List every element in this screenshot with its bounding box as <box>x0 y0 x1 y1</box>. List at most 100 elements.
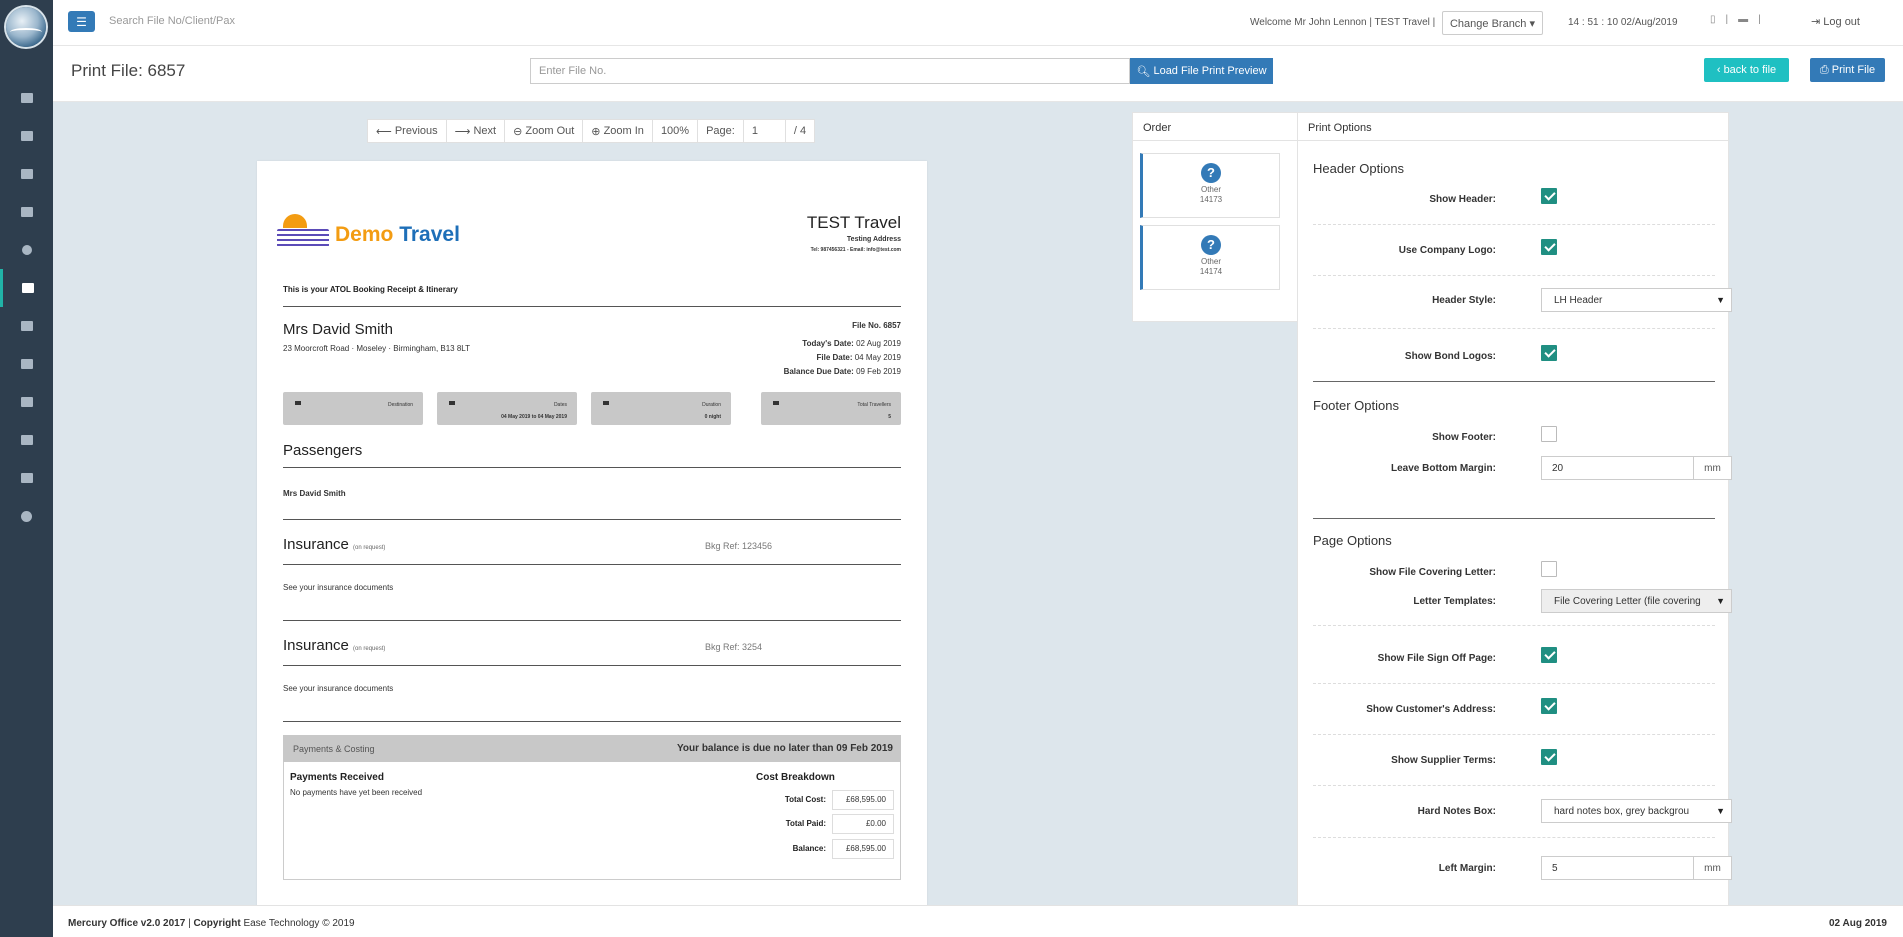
show-sign-off-checkbox[interactable] <box>1541 647 1557 663</box>
company-name: TEST Travel <box>806 213 901 232</box>
sidebar-item-help[interactable] <box>0 231 53 269</box>
load-print-preview-button[interactable]: 🔍︎ Load File Print Preview <box>1130 58 1273 84</box>
zoom-in-icon: ⊕ <box>591 125 601 138</box>
todays-date-label: Today's Date: <box>802 339 854 348</box>
separator: | <box>1725 14 1729 25</box>
insurance-heading-2: Insurance (on request) <box>283 637 385 654</box>
clock: 14 : 51 : 10 02/Aug/2019 <box>1568 17 1678 28</box>
sidebar-item-users[interactable] <box>0 193 53 231</box>
header-style-select[interactable]: LH Header ▼ <box>1541 288 1732 312</box>
booking-ref-1: Bkg Ref: 123456 <box>705 541 773 551</box>
summary-box-destination: Destination <box>283 392 423 425</box>
show-covering-letter-checkbox[interactable] <box>1541 561 1557 577</box>
divider <box>1313 518 1715 519</box>
show-bond-logos-label: Show Bond Logos: <box>1404 351 1496 362</box>
zoom-in-button[interactable]: ⊕ Zoom In <box>583 120 653 142</box>
show-covering-letter-label: Show File Covering Letter: <box>1369 567 1496 578</box>
show-customer-address-checkbox[interactable] <box>1541 698 1557 714</box>
pdf-toolbar: ⟵ Previous ⟶ Next ⊖ Zoom Out ⊕ Zoom In 1… <box>367 119 816 143</box>
page-footer: Mercury Office v2.0 2017 | Copyright Eas… <box>53 905 1903 937</box>
question-icon: ? <box>1201 235 1221 255</box>
top-icons: ▯ | ▬ | <box>1710 14 1761 25</box>
zoom-out-icon: ⊖ <box>513 125 523 138</box>
insurance-title: Insurance <box>283 536 349 553</box>
print-icon: ⎙ <box>1819 63 1829 76</box>
brand-text-b: Travel <box>399 223 460 246</box>
balance-row: Balance: £68,595.00 <box>714 839 894 859</box>
users-icon <box>773 401 779 405</box>
unit-label: mm <box>1693 857 1731 879</box>
global-search-input[interactable] <box>109 15 309 27</box>
zoom-level: 100% <box>653 120 699 142</box>
dashboard-icon <box>20 93 33 103</box>
header-style-label: Header Style: <box>1432 295 1496 306</box>
sidebar-item-id-card[interactable] <box>0 117 53 155</box>
sidebar-item-users-group[interactable] <box>0 345 53 383</box>
footer-options-heading: Footer Options <box>1313 398 1399 413</box>
hard-notes-box-select[interactable]: hard notes box, grey backgrou ▼ <box>1541 799 1732 823</box>
divider <box>1313 785 1715 786</box>
order-item[interactable]: ? Other 14173 <box>1140 153 1280 218</box>
sidebar-item-dashboard[interactable] <box>0 79 53 117</box>
main-area: ⟵ Previous ⟶ Next ⊖ Zoom Out ⊕ Zoom In 1… <box>53 102 1903 905</box>
print-options-title: Print Options <box>1298 113 1728 141</box>
box-value: 5 <box>888 414 891 420</box>
letter-templates-select[interactable]: File Covering Letter (file covering ▼ <box>1541 589 1732 613</box>
divider <box>1313 381 1715 382</box>
mobile-icon[interactable]: ▯ <box>1710 14 1716 25</box>
balance-label: Balance: <box>792 844 826 853</box>
left-margin-label: Left Margin: <box>1438 863 1496 874</box>
payments-box: Payments Received No payments have yet b… <box>283 762 901 880</box>
sidebar-item-grid[interactable] <box>0 155 53 193</box>
zoom-out-button[interactable]: ⊖ Zoom Out <box>505 120 584 142</box>
globe-icon <box>21 510 32 522</box>
order-item[interactable]: ? Other 14174 <box>1140 225 1280 290</box>
copy-icon <box>22 283 34 293</box>
grid-icon <box>20 169 33 179</box>
file-date: 04 May 2019 <box>854 353 901 362</box>
show-supplier-terms-checkbox[interactable] <box>1541 749 1557 765</box>
brand-logo-text: Demo Travel <box>335 223 460 247</box>
back-btn-label: back to file <box>1723 64 1777 76</box>
footer-date: 02 Aug 2019 <box>1829 918 1887 929</box>
sidebar-item-laptop[interactable] <box>0 459 53 497</box>
total-cost-label: Total Cost: <box>784 795 826 804</box>
sidebar-item-globe[interactable] <box>0 497 53 535</box>
payments-bar: Payments & Costing Your balance is due n… <box>283 735 901 762</box>
sidebar-item-calendar[interactable] <box>0 307 53 345</box>
logout-link[interactable]: ⇥ Log out <box>1811 15 1860 28</box>
change-branch-button[interactable]: Change Branch ▾ <box>1442 11 1543 35</box>
help-icon <box>21 245 32 255</box>
sidebar-item-copy[interactable] <box>0 269 53 307</box>
summary-box-dates: Dates 04 May 2019 to 04 May 2019 <box>437 392 577 425</box>
box-label: Total Travellers <box>857 402 891 408</box>
use-company-logo-checkbox[interactable] <box>1541 239 1557 255</box>
show-bond-logos-checkbox[interactable] <box>1541 345 1557 361</box>
summary-box-travellers: Total Travellers 5 <box>761 392 901 425</box>
chat-icon[interactable]: ▬ <box>1738 14 1748 25</box>
question-icon: ? <box>1201 163 1221 183</box>
show-footer-checkbox[interactable] <box>1541 426 1557 442</box>
top-bar: ☰ Welcome Mr John Lennon | TEST Travel |… <box>53 0 1903 46</box>
total-cost-value: £68,595.00 <box>845 795 886 804</box>
page-number-input[interactable]: 1 <box>744 120 786 142</box>
app-logo[interactable] <box>6 7 46 47</box>
show-header-label: Show Header: <box>1429 194 1496 205</box>
order-item-type: Other <box>1200 257 1221 266</box>
print-file-button[interactable]: ⎙ Print File <box>1810 58 1885 82</box>
insurance-note: (on request) <box>353 545 386 551</box>
back-to-file-button[interactable]: ‹ back to file <box>1704 58 1789 82</box>
next-button[interactable]: ⟶ Next <box>447 120 506 142</box>
sidebar-item-sitemap[interactable] <box>0 383 53 421</box>
bottom-margin-input[interactable]: 20 mm <box>1541 456 1732 480</box>
show-header-checkbox[interactable] <box>1541 188 1557 204</box>
sidebar-item-credit-card[interactable] <box>0 421 53 459</box>
left-margin-input[interactable]: 5 mm <box>1541 856 1732 880</box>
footer-copyright: Mercury Office v2.0 2017 | Copyright Eas… <box>68 918 355 929</box>
previous-button[interactable]: ⟵ Previous <box>368 120 447 142</box>
total-cost-row: Total Cost: £68,595.00 <box>714 790 894 810</box>
menu-toggle-button[interactable]: ☰ <box>68 11 95 32</box>
users-icon <box>20 207 33 217</box>
balance-value: £68,595.00 <box>845 844 886 853</box>
file-no-input[interactable] <box>530 58 1130 84</box>
